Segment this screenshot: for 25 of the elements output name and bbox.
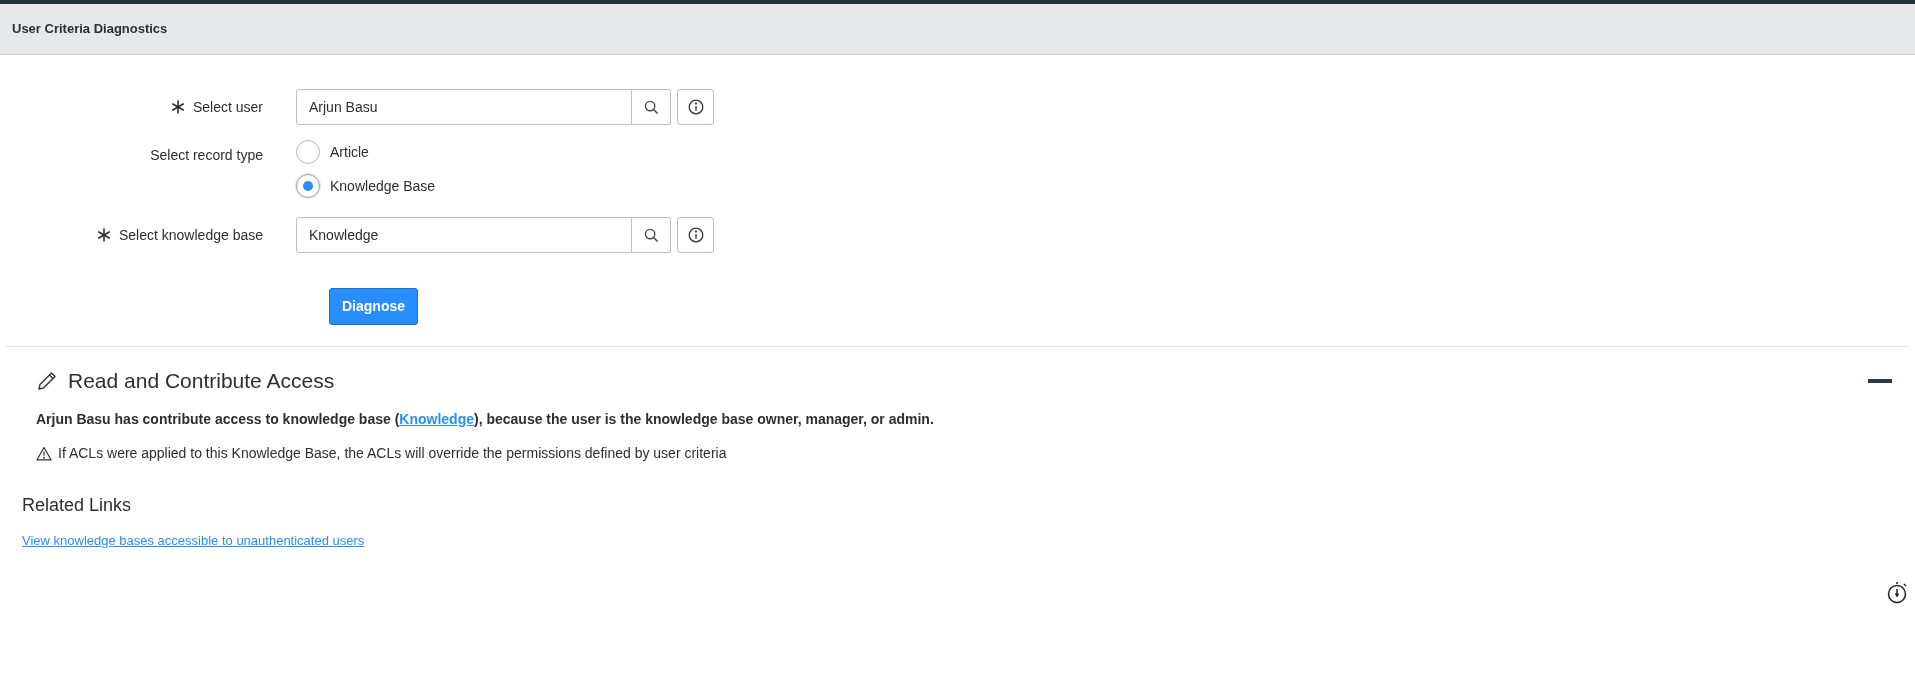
search-button[interactable] — [632, 217, 671, 253]
info-button[interactable] — [677, 217, 714, 253]
info-icon — [687, 227, 704, 243]
search-icon — [643, 99, 659, 115]
section-title: Read and Contribute Access — [68, 368, 335, 394]
warning-icon — [36, 445, 52, 461]
search-icon — [643, 227, 659, 243]
radio-option[interactable]: Knowledge Base — [296, 174, 436, 198]
input-field[interactable]: Knowledge — [296, 217, 632, 253]
stopwatch-icon[interactable] — [1887, 580, 1909, 604]
search-button[interactable] — [632, 89, 671, 125]
related-links-title: Related Links — [22, 493, 133, 517]
pencil-icon — [36, 369, 58, 392]
field-label: Select record type — [150, 146, 263, 165]
field-label: Select knowledge base — [119, 225, 263, 245]
warning-text: If ACLs were applied to this Knowledge Base, the ACLs will override the permissions defined by user criteria — [58, 443, 727, 463]
page-title: User Criteria Diagnostics — [12, 20, 168, 39]
required-icon — [97, 228, 111, 242]
input-field[interactable]: Arjun Basu — [296, 89, 632, 125]
access-message: Arjun Basu has contribute access to knowledge base (Knowledge), because the user is the knowledge base owner, manager, or admin. — [36, 409, 935, 429]
radio-option[interactable]: Article — [296, 140, 436, 164]
required-icon — [170, 100, 185, 114]
info-button[interactable] — [677, 89, 714, 125]
field-label: Select user — [192, 97, 263, 117]
info-icon — [687, 99, 704, 115]
